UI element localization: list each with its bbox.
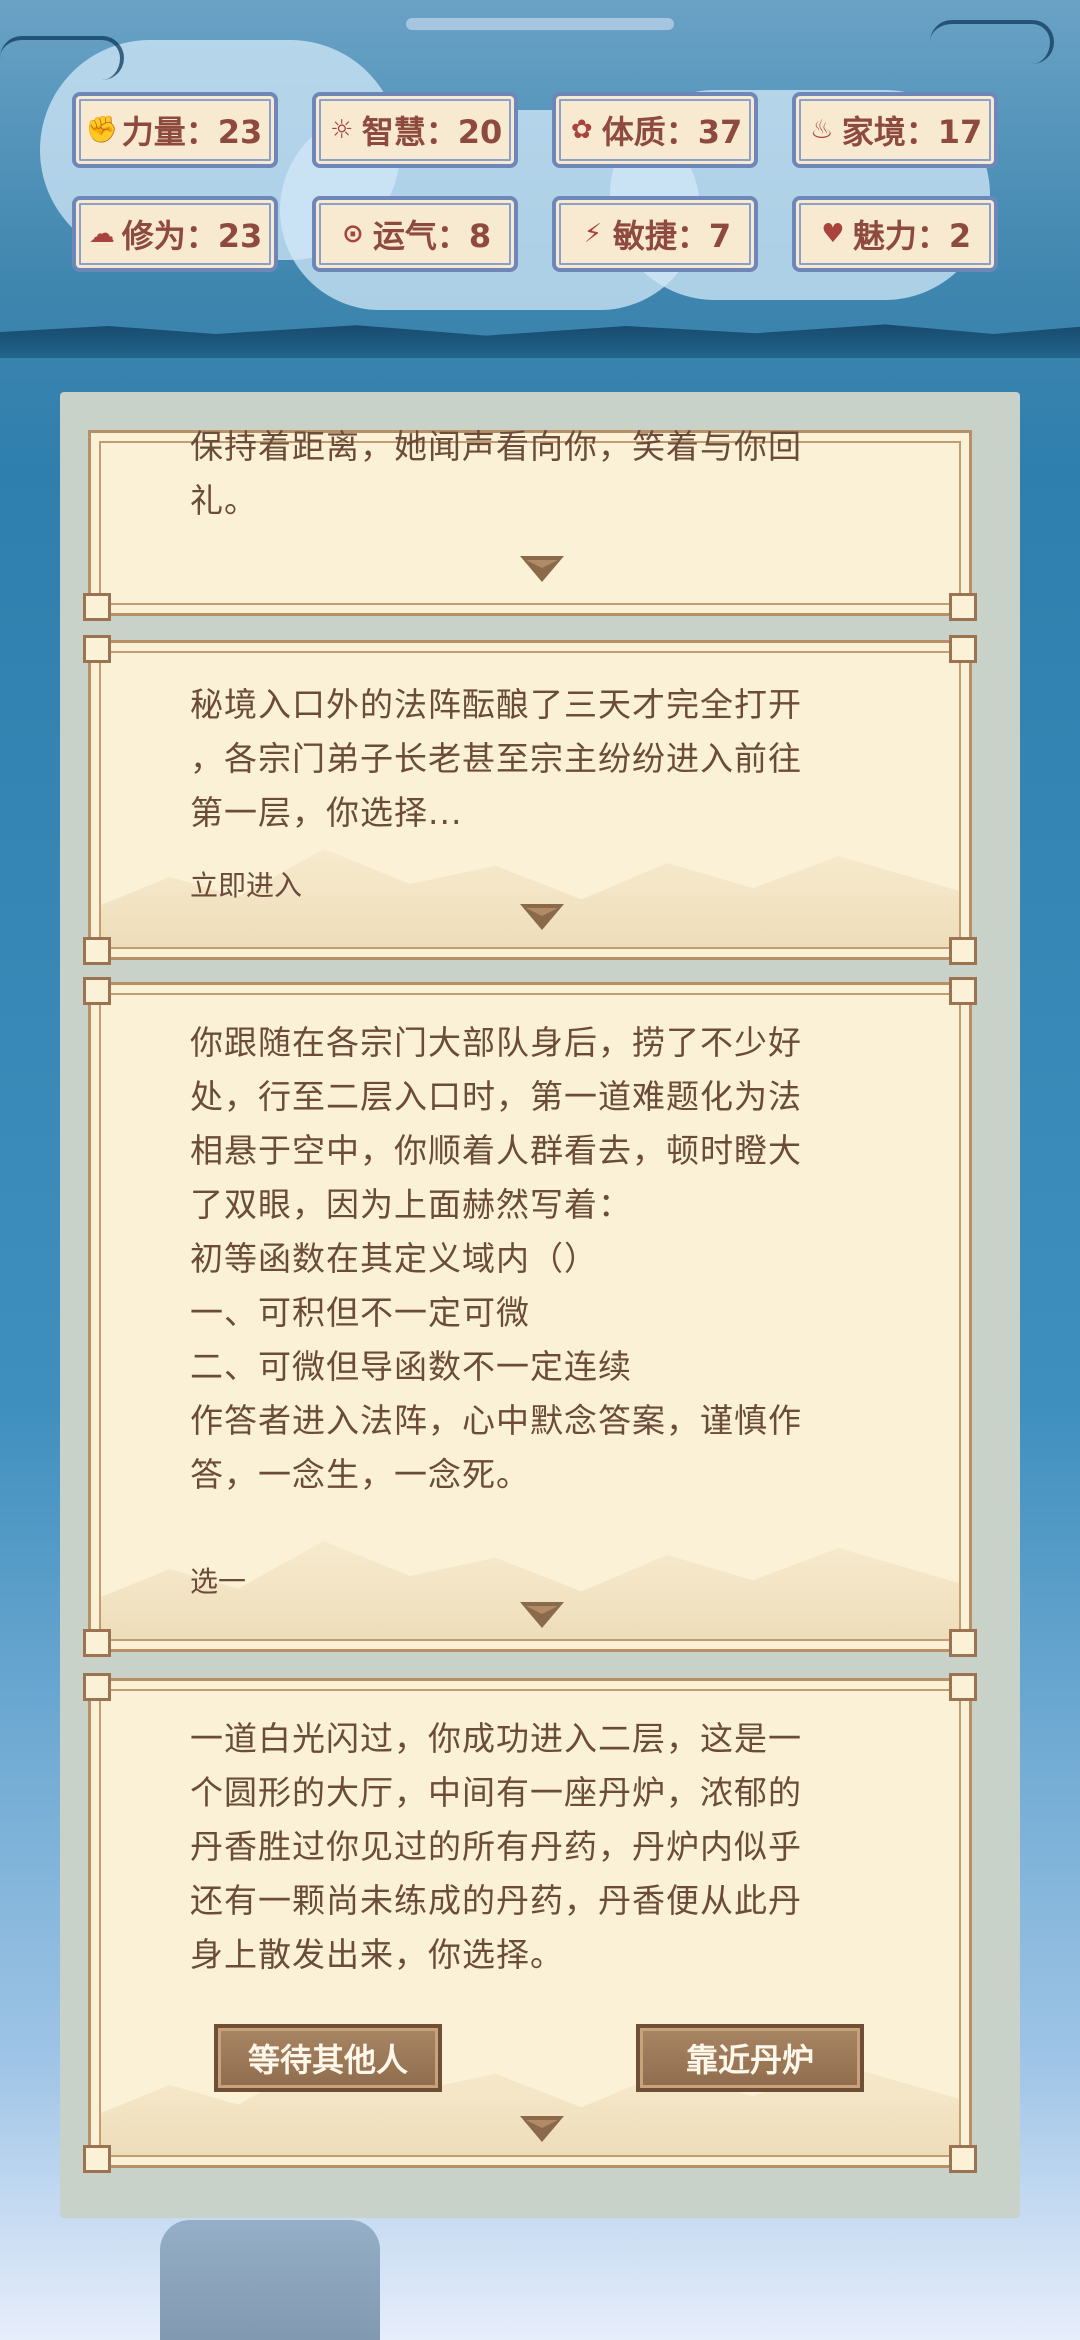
stat-constitution: ✿ 体质：37 xyxy=(552,92,758,168)
story-text: 你跟随在各宗门大部队身后，捞了不少好 处，行至二层入口时，第一道难题化为法 相悬… xyxy=(190,1016,920,1502)
story-line: 了双眼，因为上面赫然写着： xyxy=(190,1185,632,1224)
strength-icon: ✊ xyxy=(85,115,118,145)
story-text: 秘境入口外的法阵酝酿了三天才完全打开 ，各宗门弟子长老甚至宗主纷纷进入前往 第一… xyxy=(190,678,920,840)
stat-family: ♨ 家境：17 xyxy=(792,92,998,168)
story-line: 一、可积但不一定可微 xyxy=(190,1293,530,1332)
corner-ornament xyxy=(949,593,977,621)
corner-ornament xyxy=(949,977,977,1005)
stat-label: 运气：8 xyxy=(372,217,492,255)
corner-ornament xyxy=(83,937,111,965)
stat-label: 智慧：20 xyxy=(361,113,503,151)
wait-for-others-button[interactable]: 等待其他人 xyxy=(214,2024,442,2092)
stat-label: 家境：17 xyxy=(841,113,983,151)
story-line: 初等函数在其定义域内（） xyxy=(190,1239,598,1278)
story-text: 一道白光闪过，你成功进入二层，这是一 个圆形的大厅，中间有一座丹炉，浓郁的 丹香… xyxy=(190,1712,920,1982)
corner-ornament xyxy=(83,2145,111,2173)
wisdom-icon: ☼ xyxy=(330,115,354,145)
cloud-swirl xyxy=(930,20,1054,64)
sky-background xyxy=(0,0,1080,360)
drag-handle[interactable] xyxy=(406,18,674,30)
story-line: 二、可微但导函数不一定连续 xyxy=(190,1347,632,1386)
story-line: 第一层，你选择... xyxy=(190,793,463,832)
story-line: 身上散发出来，你选择。 xyxy=(190,1935,564,1974)
charm-icon: ♥ xyxy=(821,219,845,249)
luck-icon: ⊙ xyxy=(341,219,364,249)
corner-ornament xyxy=(83,1673,111,1701)
stat-charm: ♥ 魅力：2 xyxy=(792,196,998,272)
corner-ornament xyxy=(83,977,111,1005)
story-line: 丹香胜过你见过的所有丹药，丹炉内似乎 xyxy=(190,1827,802,1866)
cultivation-icon: ☁ xyxy=(88,219,115,249)
cloud-swirl xyxy=(0,36,124,80)
story-line: 作答者进入法阵，心中默念答案，谨慎作 xyxy=(190,1401,802,1440)
corner-ornament xyxy=(949,635,977,663)
story-line: 个圆形的大厅，中间有一座丹炉，浓郁的 xyxy=(190,1773,802,1812)
corner-ornament xyxy=(949,1629,977,1657)
story-line: 礼。 xyxy=(190,481,258,520)
approach-furnace-button[interactable]: 靠近丹炉 xyxy=(636,2024,864,2092)
stat-label: 力量：23 xyxy=(121,113,263,151)
constitution-icon: ✿ xyxy=(570,115,593,145)
corner-ornament xyxy=(83,593,111,621)
story-line: 相悬于空中，你顺着人群看去，顿时瞪大 xyxy=(190,1131,802,1170)
chosen-option: 选一 xyxy=(190,1565,247,1598)
corner-ornament xyxy=(83,635,111,663)
stat-cultivation: ☁ 修为：23 xyxy=(72,196,278,272)
story-line: 你跟随在各宗门大部队身后，捞了不少好 xyxy=(190,1023,802,1062)
stat-label: 体质：37 xyxy=(601,113,743,151)
ink-wave xyxy=(0,324,1080,358)
stat-agility: ⚡ 敏捷：7 xyxy=(552,196,758,272)
story-line: 保持着距离，她闻声看向你，笑着与你回 xyxy=(190,427,802,466)
stat-label: 敏捷：7 xyxy=(612,217,732,255)
stat-wisdom: ☼ 智慧：20 xyxy=(312,92,518,168)
stat-label: 修为：23 xyxy=(121,217,263,255)
stat-luck: ⊙ 运气：8 xyxy=(312,196,518,272)
story-line: 一道白光闪过，你成功进入二层，这是一 xyxy=(190,1719,802,1758)
story-line: 还有一颗尚未练成的丹药，丹香便从此丹 xyxy=(190,1881,802,1920)
corner-ornament xyxy=(949,937,977,965)
chosen-option: 立即进入 xyxy=(190,869,303,902)
mountain-landscape xyxy=(160,2220,380,2340)
family-icon: ♨ xyxy=(810,115,834,145)
story-line: ，各宗门弟子长老甚至宗主纷纷进入前往 xyxy=(190,739,802,778)
corner-ornament xyxy=(949,2145,977,2173)
corner-ornament xyxy=(83,1629,111,1657)
story-line: 秘境入口外的法阵酝酿了三天才完全打开 xyxy=(190,685,802,724)
story-line: 答，一念生，一念死。 xyxy=(190,1455,530,1494)
corner-ornament xyxy=(949,1673,977,1701)
agility-icon: ⚡ xyxy=(583,219,602,249)
story-line: 处，行至二层入口时，第一道难题化为法 xyxy=(190,1077,802,1116)
story-text: 保持着距离，她闻声看向你，笑着与你回 礼。 xyxy=(190,420,920,528)
stat-strength: ✊ 力量：23 xyxy=(72,92,278,168)
stat-label: 魅力：2 xyxy=(852,217,972,255)
